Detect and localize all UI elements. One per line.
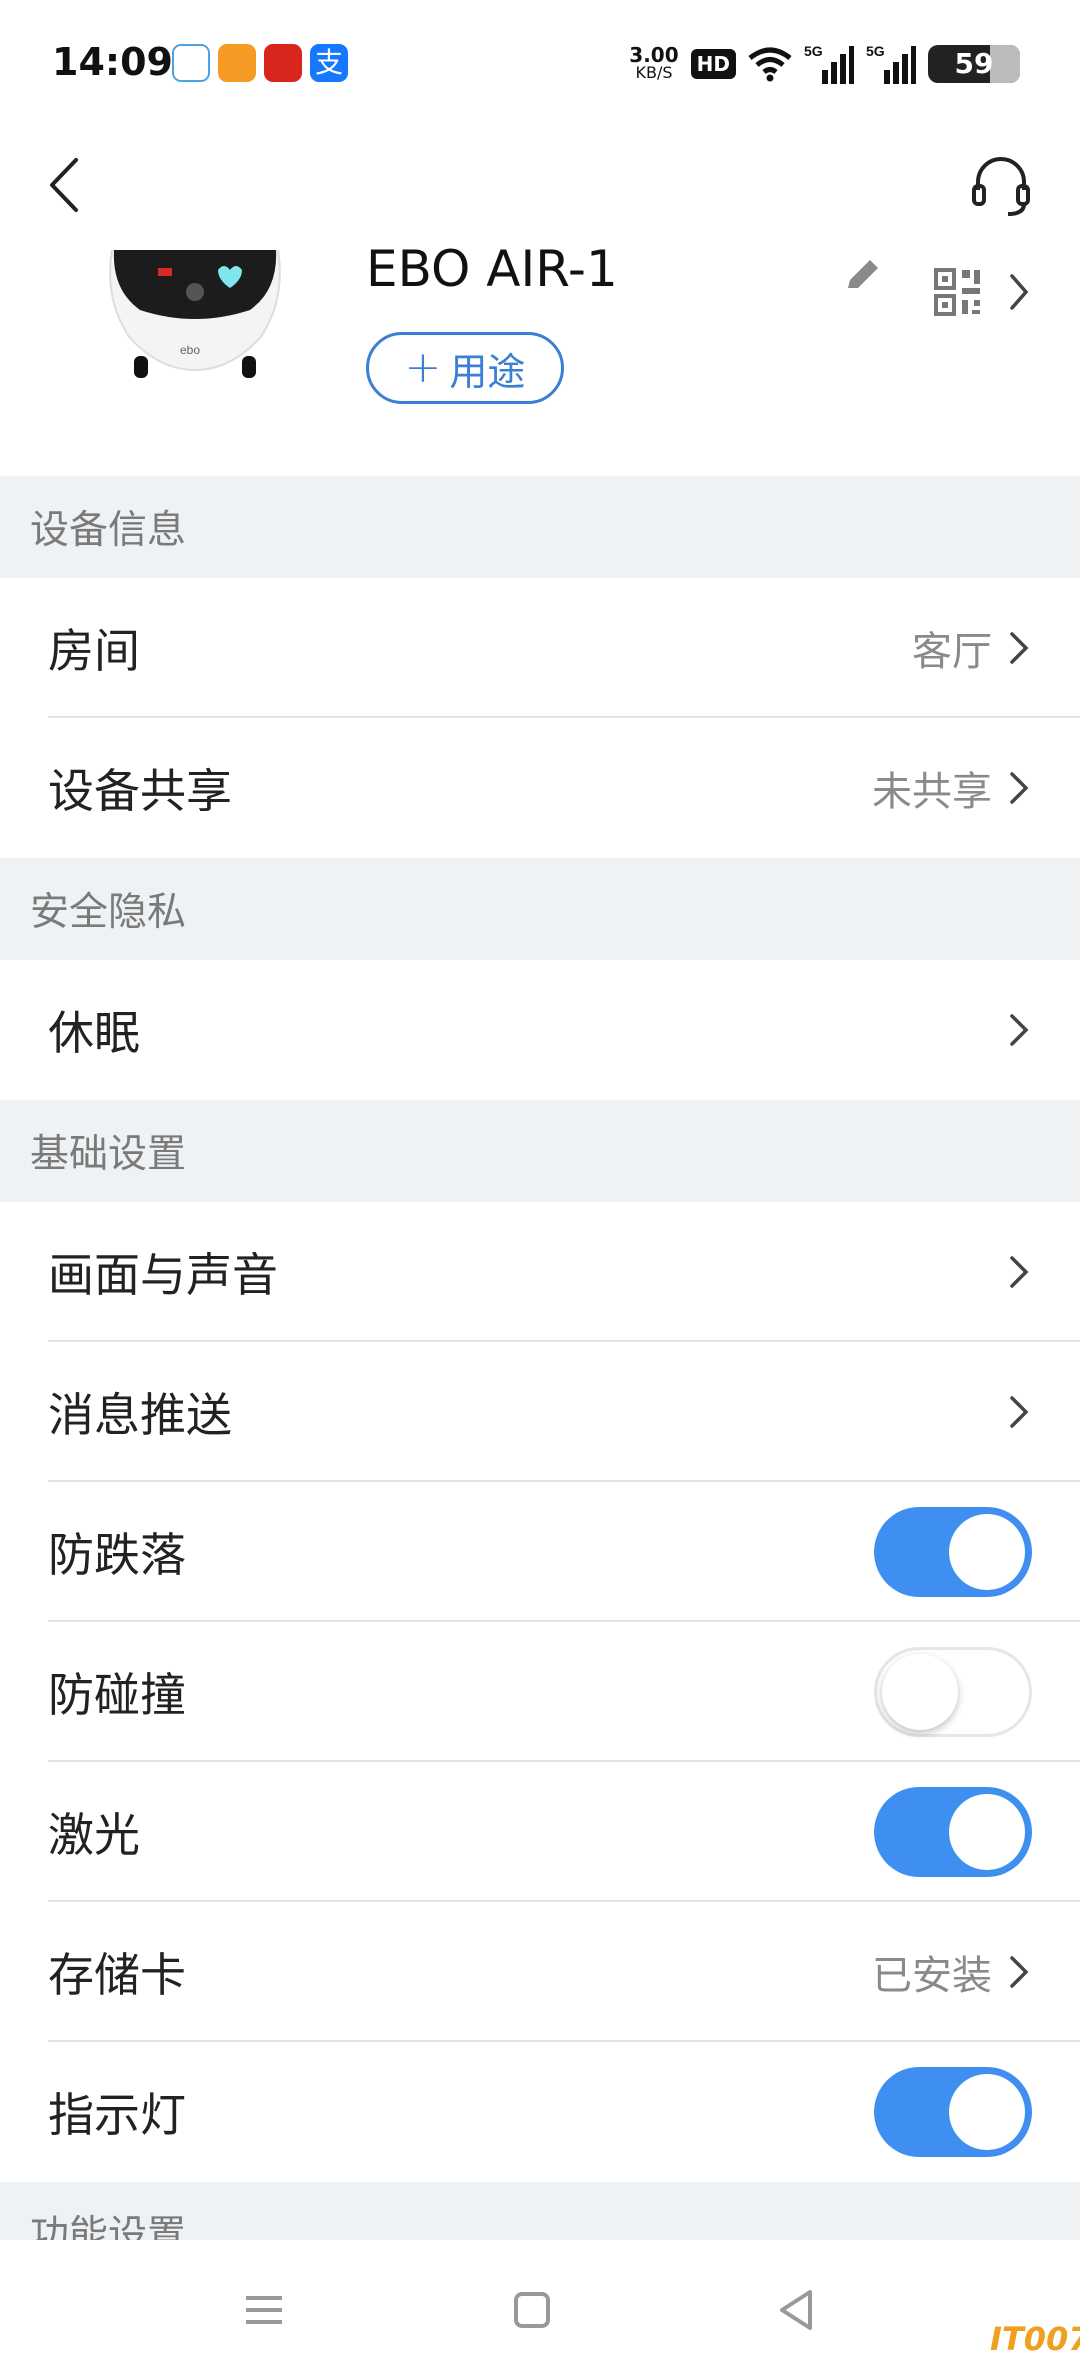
settings-row-indicator-light: 指示灯 xyxy=(0,2042,1080,2182)
plus-icon: + xyxy=(404,342,442,393)
svg-text:ebo: ebo xyxy=(180,343,200,357)
menu-icon[interactable] xyxy=(242,2288,286,2332)
settings-row-sleep[interactable]: 休眠 xyxy=(0,960,1080,1100)
svg-text:5G: 5G xyxy=(866,44,885,59)
settings-row-device-share[interactable]: 设备共享 未共享 xyxy=(0,718,1080,858)
cell-signal-icon: 5G xyxy=(866,44,916,84)
laser-toggle[interactable] xyxy=(874,1787,1032,1877)
settings-row-notifications[interactable]: 消息推送 xyxy=(0,1342,1080,1482)
battery-indicator: 59 xyxy=(928,45,1020,83)
home-icon[interactable] xyxy=(510,2288,554,2332)
chevron-right-icon xyxy=(1010,1256,1029,1288)
chevron-right-icon xyxy=(1010,1956,1029,1988)
settings-row-anti-collision: 防碰撞 xyxy=(0,1622,1080,1762)
bank-app-icon xyxy=(264,44,302,82)
share-value: 未共享 xyxy=(872,769,992,815)
watermark: IT007 xyxy=(990,2320,1080,2358)
chevron-right-icon xyxy=(1010,632,1029,664)
section-header-basic-settings: 基础设置 xyxy=(0,1100,1080,1202)
svg-text:5G: 5G xyxy=(804,44,823,59)
headset-icon[interactable] xyxy=(968,150,1034,220)
chevron-right-icon xyxy=(1010,1014,1029,1046)
storage-card-value: 已安装 xyxy=(872,1953,992,1999)
home-app-icon xyxy=(172,44,210,82)
chevron-right-icon xyxy=(1010,772,1029,804)
anti-fall-toggle[interactable] xyxy=(874,1507,1032,1597)
wifi-icon xyxy=(748,47,792,82)
status-time: 14:09 xyxy=(52,40,173,84)
system-nav-bar xyxy=(0,2240,1080,2376)
settings-row-room[interactable]: 房间 客厅 xyxy=(0,578,1080,718)
qr-code-icon[interactable] xyxy=(934,268,982,316)
anti-collision-toggle[interactable] xyxy=(874,1647,1032,1737)
chevron-right-icon xyxy=(1010,1396,1029,1428)
hd-voice-badge: HD xyxy=(690,49,736,79)
alipay-icon: 支 xyxy=(310,44,348,82)
house-app-icon xyxy=(218,44,256,82)
room-value: 客厅 xyxy=(912,629,992,675)
device-name: EBO AIR-1 xyxy=(366,240,618,298)
settings-row-picture-sound[interactable]: 画面与声音 xyxy=(0,1202,1080,1342)
section-header-security-privacy: 安全隐私 xyxy=(0,858,1080,960)
settings-row-anti-fall: 防跌落 xyxy=(0,1482,1080,1622)
chevron-right-icon[interactable] xyxy=(1002,270,1036,314)
add-use-button[interactable]: + 用途 xyxy=(366,332,564,404)
settings-list: 设备信息 房间 客厅 设备共享 未共享 安全隐私 休眠 基础设置 画面与声音 消… xyxy=(0,476,1080,2242)
settings-row-storage-card[interactable]: 存储卡 已安装 xyxy=(0,1902,1080,2042)
indicator-light-toggle[interactable] xyxy=(874,2067,1032,2157)
section-header-device-info: 设备信息 xyxy=(0,476,1080,578)
section-header-function-settings: 功能设置 xyxy=(0,2182,1080,2242)
cell-signal-icon: 5G xyxy=(804,44,854,84)
edit-pencil-icon[interactable] xyxy=(840,252,886,298)
robot-image: ebo xyxy=(109,250,281,378)
back-triangle-icon[interactable] xyxy=(774,2288,818,2332)
network-speed: 3.00 KB/S xyxy=(629,43,679,82)
back-arrow-icon[interactable] xyxy=(40,150,90,220)
settings-row-laser: 激光 xyxy=(0,1762,1080,1902)
status-bar: 14:09 支 3.00 KB/S HD 5G 5G 59 xyxy=(0,0,1080,130)
